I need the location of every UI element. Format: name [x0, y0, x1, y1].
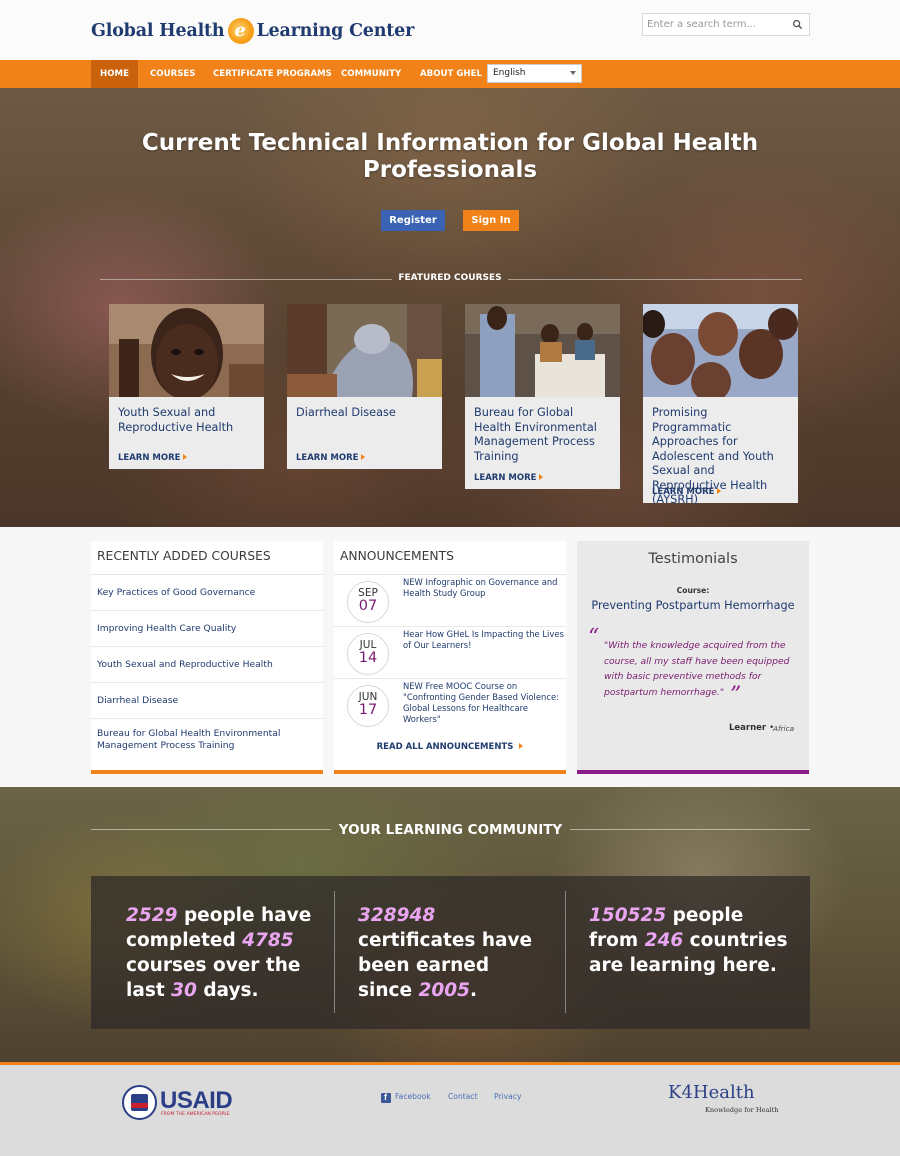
register-button[interactable]: Register	[381, 210, 445, 231]
logo-text-left: Global Health	[91, 21, 225, 41]
featured-courses-heading: FEATURED COURSES	[398, 273, 502, 283]
hero-banner: Current Technical Information for Global…	[0, 88, 900, 527]
caret-right-icon	[539, 474, 544, 480]
featured-course-card[interactable]: Bureau for Global Health Environmental M…	[465, 304, 620, 489]
learn-more-link[interactable]: LEARN MORE	[296, 453, 366, 463]
list-item[interactable]: Key Practices of Good Governance	[91, 575, 323, 611]
announcement-item[interactable]: JUL 14 Hear How GHeL Is Impacting the Li…	[334, 627, 566, 679]
chevron-down-icon	[570, 71, 576, 75]
stat-courses-completed: 2529 people have completed 4785 courses …	[126, 905, 312, 1001]
course-image-girl-smiling[interactable]	[109, 304, 264, 397]
panel-heading: ANNOUNCEMENTS	[334, 541, 566, 575]
featured-course-card[interactable]: Promising Programmatic Approaches for Ad…	[643, 304, 798, 506]
k4health-logo[interactable]: K4Health Knowledge for Health	[666, 1082, 779, 1122]
announcement-item[interactable]: JUN 17 NEW Free MOOC Course on "Confront…	[334, 679, 566, 731]
nav-item-courses[interactable]: COURSES	[150, 60, 195, 88]
featured-course-card[interactable]: Diarrheal Disease LEARN MORE	[287, 304, 442, 469]
divider	[100, 279, 392, 280]
announcement-item[interactable]: SEP 07 NEW Infographic on Governance and…	[334, 575, 566, 627]
list-item[interactable]: Bureau for Global Health Environmental M…	[91, 719, 323, 761]
list-item[interactable]: Youth Sexual and Reproductive Health	[91, 647, 323, 683]
hero-title: Current Technical Information for Global…	[141, 130, 759, 183]
divider	[565, 891, 566, 1013]
learner-location: Africa	[773, 724, 795, 733]
testimonials-panel: Testimonials Course: Preventing Postpart…	[577, 541, 809, 774]
open-quote-icon: “	[588, 625, 600, 650]
learner-name: Learner •	[729, 723, 775, 733]
search-box	[642, 13, 810, 36]
site-footer: USAID FROM THE AMERICAN PEOPLE f Faceboo…	[0, 1062, 900, 1156]
card-title: Diarrheal Disease	[296, 406, 396, 419]
divider	[334, 891, 335, 1013]
stats-box: 2529 people have completed 4785 courses …	[91, 876, 810, 1029]
info-section: RECENTLY ADDED COURSES Key Practices of …	[0, 527, 900, 787]
recently-added-panel: RECENTLY ADDED COURSES Key Practices of …	[91, 541, 323, 774]
announcement-link[interactable]: NEW Infographic on Governance and Health…	[403, 577, 565, 599]
divider	[570, 829, 810, 830]
stat-certificates-earned: 328948 certificates have been earned sin…	[358, 905, 533, 1001]
nav-item-about[interactable]: ABOUT GHEL	[420, 60, 482, 88]
contact-link[interactable]: Contact	[448, 1092, 478, 1101]
facebook-icon[interactable]: f	[381, 1092, 391, 1103]
search-icon[interactable]	[792, 19, 803, 30]
page: Global Health e Learning Center HOME COU…	[0, 0, 900, 1156]
course-image-youth-group[interactable]	[643, 304, 798, 397]
learn-more-link[interactable]: LEARN MORE	[118, 453, 188, 463]
list-item[interactable]: Diarrheal Disease	[91, 683, 323, 719]
nav-item-certificate-programs[interactable]: CERTIFICATE PROGRAMS	[213, 60, 332, 88]
date-badge: JUN 17	[347, 685, 389, 727]
featured-course-card[interactable]: Youth Sexual and Reproductive Health LEA…	[109, 304, 264, 469]
announcements-panel: ANNOUNCEMENTS SEP 07 NEW Infographic on …	[334, 541, 566, 774]
sun-logo-icon: e	[225, 16, 255, 46]
learn-more-link[interactable]: LEARN MORE	[474, 473, 544, 483]
list-item[interactable]: Improving Health Care Quality	[91, 611, 323, 647]
learning-community-section: YOUR LEARNING COMMUNITY 2529 people have…	[0, 787, 900, 1062]
course-label: Course:	[676, 586, 710, 595]
language-select[interactable]: English	[487, 64, 582, 83]
site-header: Global Health e Learning Center	[0, 0, 900, 60]
sign-in-button[interactable]: Sign In	[463, 210, 519, 231]
caret-right-icon	[361, 454, 366, 460]
caret-right-icon	[717, 488, 722, 494]
usaid-logo[interactable]: USAID FROM THE AMERICAN PEOPLE	[122, 1085, 242, 1123]
caret-right-icon	[183, 454, 188, 460]
course-image-patient-care[interactable]	[287, 304, 442, 397]
course-image-training-session[interactable]	[465, 304, 620, 397]
divider	[508, 279, 802, 280]
date-badge: JUL 14	[347, 633, 389, 675]
read-all-announcements-link[interactable]: READ ALL ANNOUNCEMENTS	[334, 742, 566, 752]
card-title: Bureau for Global Health Environmental M…	[474, 406, 597, 463]
search-input[interactable]	[647, 17, 787, 32]
nav-item-community[interactable]: COMMUNITY	[341, 60, 401, 88]
language-select-value: English	[493, 68, 526, 78]
testimonial-course-link[interactable]: Preventing Postpartum Hemorrhage	[577, 599, 809, 612]
nav-item-home[interactable]: HOME	[91, 60, 138, 88]
stat-people-countries: 150525 people from 246 countries are lea…	[589, 905, 788, 976]
panel-heading: Testimonials	[648, 551, 738, 567]
close-quote-icon: ”	[730, 683, 742, 708]
date-badge: SEP 07	[347, 581, 389, 623]
logo-text-right: Learning Center	[256, 21, 415, 41]
privacy-link[interactable]: Privacy	[494, 1092, 522, 1101]
learn-more-link[interactable]: LEARN MORE	[652, 487, 722, 497]
k4health-tagline: Knowledge for Health	[705, 1106, 779, 1114]
testimonial-quote: "With the knowledge acquired from the co…	[604, 640, 790, 698]
announcement-link[interactable]: NEW Free MOOC Course on "Confronting Gen…	[403, 681, 565, 725]
k4health-wordmark: K4Health	[668, 1082, 755, 1103]
divider	[91, 829, 331, 830]
community-heading: YOUR LEARNING COMMUNITY	[338, 822, 563, 838]
facebook-link[interactable]: Facebook	[395, 1092, 431, 1101]
site-logo[interactable]: Global Health e Learning Center	[91, 14, 414, 48]
card-title: Youth Sexual and Reproductive Health	[118, 406, 234, 434]
main-nav: HOME COURSES CERTIFICATE PROGRAMS COMMUN…	[0, 60, 900, 88]
announcement-link[interactable]: Hear How GHeL Is Impacting the Lives of …	[403, 629, 565, 651]
caret-right-icon	[519, 743, 524, 749]
panel-heading: RECENTLY ADDED COURSES	[91, 541, 323, 575]
usaid-seal-icon	[122, 1085, 157, 1120]
